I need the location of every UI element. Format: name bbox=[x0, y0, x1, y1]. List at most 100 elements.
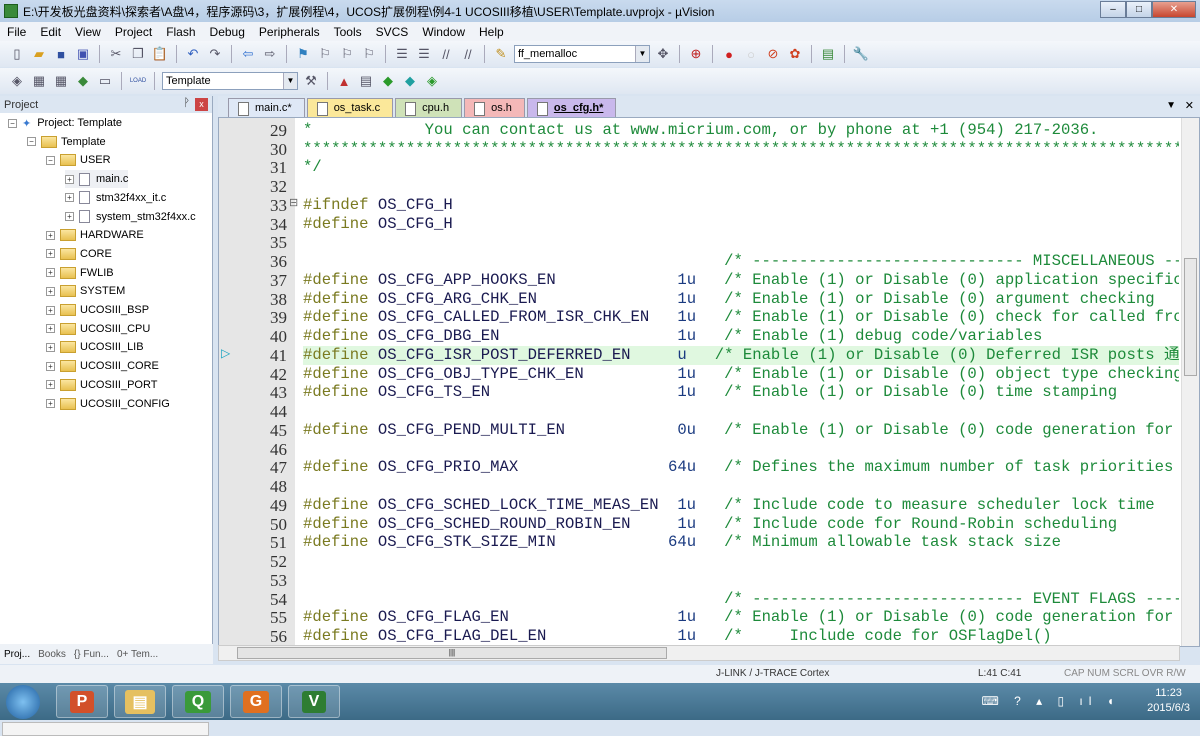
tree-item[interactable]: + UCOSIII_CORE bbox=[46, 357, 159, 375]
copy-icon[interactable]: ❐ bbox=[129, 45, 147, 63]
tab-os-task-c[interactable]: os_task.c bbox=[306, 98, 394, 117]
uncomment-icon[interactable]: // bbox=[459, 45, 477, 63]
expand-icon[interactable]: + bbox=[46, 286, 55, 296]
expand-icon[interactable]: + bbox=[46, 249, 55, 259]
tree-item[interactable]: + UCOSIII_LIB bbox=[46, 338, 144, 356]
stop-build-icon[interactable]: ▭ bbox=[96, 72, 114, 90]
expand-icon[interactable]: + bbox=[46, 399, 55, 408]
tab-os-cfg-h-[interactable]: os_cfg.h* bbox=[526, 98, 617, 117]
chevron-down-icon[interactable]: ▼ bbox=[635, 46, 649, 62]
uvision-icon[interactable]: V bbox=[288, 685, 340, 718]
expand-icon[interactable]: + bbox=[65, 212, 74, 221]
bookmark-icon[interactable]: ⚑ bbox=[294, 45, 312, 63]
navigate-forward-icon[interactable]: ⇨ bbox=[261, 45, 279, 63]
tree-item[interactable]: − USER bbox=[46, 151, 111, 169]
menu-peripherals[interactable]: Peripherals bbox=[252, 25, 327, 39]
breakpoint-icon[interactable]: ● bbox=[720, 45, 738, 63]
collapse-icon[interactable]: − bbox=[8, 118, 17, 128]
pin-icon[interactable]: ᚹ bbox=[183, 97, 190, 109]
expand-icon[interactable]: + bbox=[46, 324, 55, 334]
expand-icon[interactable]: + bbox=[46, 380, 55, 390]
project-bottom-tab[interactable]: 0+ Tem... bbox=[117, 649, 158, 660]
disable-breakpoint-icon[interactable]: ○ bbox=[742, 45, 760, 63]
start-button[interactable] bbox=[6, 685, 40, 719]
code-area[interactable]: * You can contact us at www.micrium.com,… bbox=[303, 118, 1179, 646]
tree-item[interactable]: + stm32f4xx_it.c bbox=[65, 189, 166, 207]
new-file-icon[interactable]: ▯ bbox=[8, 45, 26, 63]
tree-item[interactable]: + UCOSIII_CONFIG bbox=[46, 395, 170, 413]
unindent-icon[interactable]: ☰ bbox=[415, 45, 433, 63]
horizontal-scroll-thumb[interactable]: ||| bbox=[237, 647, 667, 659]
tree-item[interactable]: + UCOSIII_CPU bbox=[46, 320, 150, 338]
close-button[interactable]: ✕ bbox=[1152, 1, 1196, 18]
menu-edit[interactable]: Edit bbox=[33, 25, 68, 39]
menu-help[interactable]: Help bbox=[472, 25, 511, 39]
project-bottom-tab[interactable]: Books bbox=[38, 649, 66, 660]
menu-flash[interactable]: Flash bbox=[159, 25, 202, 39]
collapse-icon[interactable]: − bbox=[27, 137, 36, 147]
prev-bookmark-icon[interactable]: ⚐ bbox=[316, 45, 334, 63]
maximize-button[interactable]: □ bbox=[1126, 1, 1152, 18]
project-items-icon[interactable]: ◈ bbox=[423, 72, 441, 90]
batch-build-icon[interactable]: ◆ bbox=[74, 72, 92, 90]
close-tab-icon[interactable]: ✕ bbox=[1185, 99, 1194, 112]
select-packs-icon[interactable]: ▤ bbox=[357, 72, 375, 90]
window-layout-icon[interactable]: ▤ bbox=[819, 45, 837, 63]
menu-view[interactable]: View bbox=[68, 25, 108, 39]
undo-icon[interactable]: ↶ bbox=[184, 45, 202, 63]
vertical-scroll-thumb[interactable] bbox=[1184, 258, 1197, 376]
foxit-pdf-icon[interactable]: G bbox=[230, 685, 282, 718]
menu-file[interactable]: File bbox=[0, 25, 33, 39]
save-all-icon[interactable]: ▣ bbox=[74, 45, 92, 63]
pack-installer-icon[interactable]: ◆ bbox=[379, 72, 397, 90]
save-icon[interactable]: ■ bbox=[52, 45, 70, 63]
tree-item[interactable]: − ✦ Project: Template bbox=[8, 114, 122, 132]
find-icon[interactable]: ✥ bbox=[654, 45, 672, 63]
build-icon[interactable]: ▦ bbox=[30, 72, 48, 90]
powerpoint-icon[interactable]: P bbox=[56, 685, 108, 718]
tree-item[interactable]: − Template bbox=[27, 133, 106, 151]
tab-main-c-[interactable]: main.c* bbox=[228, 98, 305, 117]
navigate-back-icon[interactable]: ⇦ bbox=[239, 45, 257, 63]
tree-item[interactable]: + HARDWARE bbox=[46, 226, 144, 244]
tree-item[interactable]: + FWLIB bbox=[46, 264, 114, 282]
expand-icon[interactable]: + bbox=[65, 174, 74, 184]
load-icon[interactable]: LOAD bbox=[129, 72, 147, 90]
fold-collapse-icon[interactable]: ⊟ bbox=[289, 196, 298, 209]
vertical-scrollbar[interactable] bbox=[1181, 118, 1199, 646]
minimize-button[interactable]: – bbox=[1100, 1, 1126, 18]
tab-cpu-h[interactable]: cpu.h bbox=[395, 98, 463, 117]
project-bottom-tab[interactable]: {} Fun... bbox=[74, 649, 109, 660]
tree-item[interactable]: + main.c bbox=[65, 170, 129, 189]
horizontal-scrollbar[interactable]: ||| bbox=[218, 645, 1180, 661]
tree-item[interactable]: + CORE bbox=[46, 245, 112, 263]
tab-list-chevron-icon[interactable]: ▼ bbox=[1166, 100, 1176, 111]
code-editor[interactable]: 29 30 31 32 33 ⊟ 34 35 36 37 38 39 40 41 ▷ 42 43 44 45 46 47… bbox=[218, 117, 1200, 647]
tab-os-h[interactable]: os.h bbox=[464, 98, 525, 117]
run-time-env-icon[interactable]: ◆ bbox=[401, 72, 419, 90]
chevron-down-icon[interactable]: ▼ bbox=[283, 73, 297, 89]
expand-icon[interactable]: + bbox=[46, 342, 55, 352]
tree-item[interactable]: + UCOSIII_PORT bbox=[46, 376, 157, 394]
configure-icon[interactable]: 🔧 bbox=[852, 45, 870, 63]
paste-icon[interactable]: 📋 bbox=[151, 45, 169, 63]
collapse-icon[interactable]: − bbox=[46, 155, 55, 165]
app-q-icon[interactable]: Q bbox=[172, 685, 224, 718]
open-file-icon[interactable]: ▰ bbox=[30, 45, 48, 63]
expand-icon[interactable]: + bbox=[65, 193, 74, 203]
tree-item[interactable]: + UCOSIII_BSP bbox=[46, 301, 149, 319]
menu-window[interactable]: Window bbox=[415, 25, 472, 39]
redo-icon[interactable]: ↷ bbox=[206, 45, 224, 63]
find-combo[interactable]: ff_memalloc ▼ bbox=[514, 45, 650, 63]
manage-components-icon[interactable]: ▲ bbox=[335, 72, 353, 90]
rebuild-icon[interactable]: ▦ bbox=[52, 72, 70, 90]
menu-debug[interactable]: Debug bbox=[203, 25, 252, 39]
kill-breakpoints-icon[interactable]: ⊘ bbox=[764, 45, 782, 63]
expand-icon[interactable]: + bbox=[46, 230, 55, 240]
clear-bookmarks-icon[interactable]: ⚐ bbox=[360, 45, 378, 63]
close-panel-icon[interactable]: x bbox=[195, 98, 208, 111]
target-combo[interactable]: Template ▼ bbox=[162, 72, 298, 90]
tree-item[interactable]: + system_stm32f4xx.c bbox=[65, 208, 196, 226]
comment-icon[interactable]: // bbox=[437, 45, 455, 63]
system-tray[interactable]: ⌨ ? ▴ ▯ ıl ◖ bbox=[981, 694, 1120, 708]
